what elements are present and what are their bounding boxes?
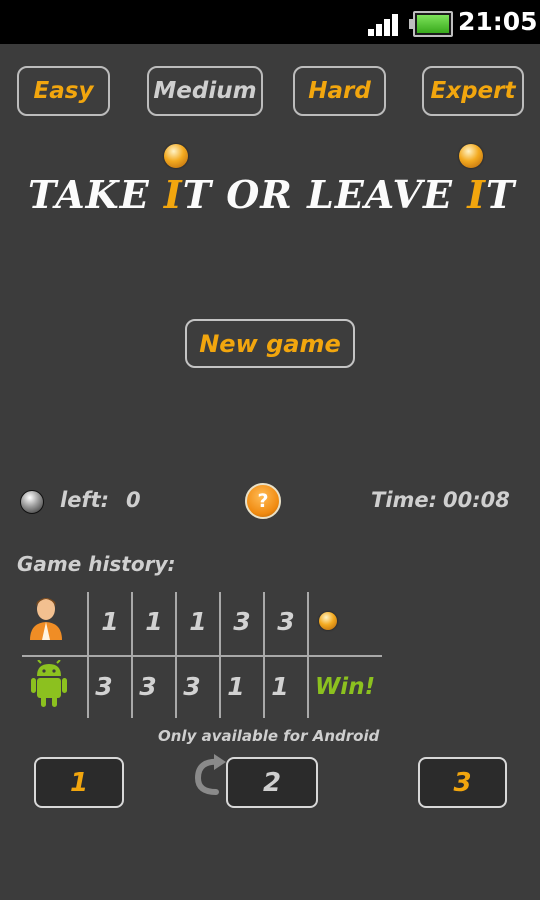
only-android-label: Only available for Android xyxy=(158,727,380,745)
player-move-cell: 3 xyxy=(277,606,295,636)
history-title: Game history: xyxy=(17,552,176,576)
player-move-cell: 1 xyxy=(101,606,119,636)
android-move-cell: 3 xyxy=(95,671,113,701)
new-game-button[interactable]: New game xyxy=(185,319,355,368)
android-move-cell: 3 xyxy=(139,671,157,701)
android-move-cell: 1 xyxy=(271,671,289,701)
time-label: Time: xyxy=(371,488,438,512)
level-easy-button[interactable]: Easy xyxy=(17,66,110,116)
grid-divider xyxy=(22,655,382,657)
title-ball-icon xyxy=(164,144,188,168)
signal-icon xyxy=(368,12,404,36)
time-value: 00:08 xyxy=(443,488,510,512)
android-avatar-icon xyxy=(31,660,67,707)
take-1-button[interactable]: 1 xyxy=(34,757,124,808)
title-ball-icon xyxy=(459,144,483,168)
take-2-button[interactable]: 2 xyxy=(226,757,318,808)
battery-icon xyxy=(409,11,453,37)
help-button[interactable]: ? xyxy=(245,483,281,519)
status-time: 21:05 xyxy=(458,7,538,36)
player-move-cell: 1 xyxy=(189,606,207,636)
ball-icon xyxy=(20,490,44,514)
result-win: Win! xyxy=(314,674,376,700)
last-ball-icon xyxy=(319,612,337,630)
player-avatar-icon xyxy=(30,598,62,640)
level-medium-button[interactable]: Medium xyxy=(147,66,263,116)
player-move-cell: 3 xyxy=(233,606,251,636)
level-hard-button[interactable]: Hard xyxy=(293,66,386,116)
status-bar: 21:05 xyxy=(0,0,540,44)
player-move-cell: 1 xyxy=(145,606,163,636)
level-expert-button[interactable]: Expert xyxy=(422,66,524,116)
left-value: 0 xyxy=(126,488,141,512)
take-3-button[interactable]: 3 xyxy=(418,757,507,808)
left-label: left: xyxy=(60,488,110,512)
android-move-cell: 1 xyxy=(227,671,245,701)
android-move-cell: 3 xyxy=(183,671,201,701)
game-title: TAKE IT OR LEAVE IT xyxy=(28,172,516,217)
